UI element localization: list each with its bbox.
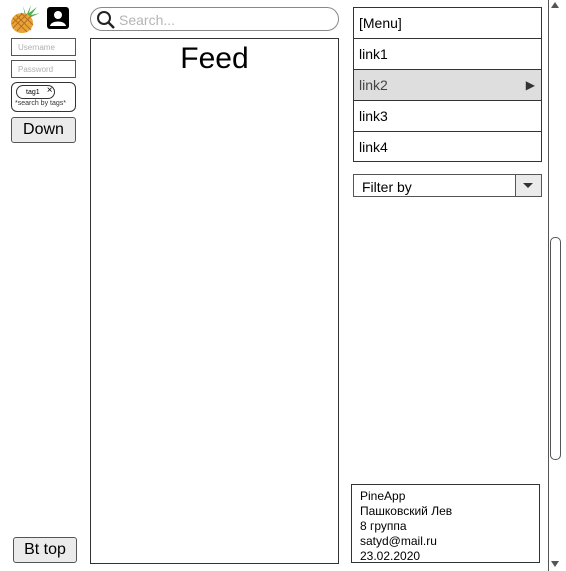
down-button[interactable]: Down	[11, 117, 76, 143]
back-to-top-button[interactable]: Bt top	[13, 537, 77, 563]
menu-item-link2[interactable]: link2 ▶	[354, 70, 541, 101]
menu-item-link1[interactable]: link1	[354, 39, 541, 70]
filter-label: Filter by	[362, 179, 412, 195]
scroll-down-arrow-icon[interactable]	[551, 561, 559, 567]
filter-dropdown-button[interactable]	[515, 175, 541, 196]
tag-chip[interactable]: tag1 ×	[16, 85, 55, 99]
group-name: 8 группа	[360, 519, 407, 533]
email: satyd@mail.ru	[360, 534, 437, 548]
password-field[interactable]	[11, 60, 76, 78]
filter-dropdown[interactable]: Filter by	[353, 174, 542, 197]
menu-item-label: link1	[359, 46, 388, 62]
menu-item-link3[interactable]: link3	[354, 101, 541, 132]
user-icon[interactable]	[47, 7, 69, 29]
menu-item-label: [Menu]	[359, 15, 402, 31]
scroll-up-arrow-icon[interactable]	[551, 2, 559, 8]
menu-item-label: link3	[359, 108, 388, 124]
search-input[interactable]	[117, 10, 321, 30]
date: 23.02.2020	[360, 549, 421, 563]
menu-item-link4[interactable]: link4	[354, 132, 541, 163]
pineapple-logo-icon	[9, 4, 41, 34]
vertical-scrollbar[interactable]	[548, 0, 561, 571]
feed-title: Feed	[180, 42, 249, 75]
nav-menu: [Menu] link1 link2 ▶ link3 link4	[353, 7, 542, 162]
footer-info: PineApp Пашковский Лев 8 группа satyd@ma…	[351, 484, 540, 563]
tags-hint: *search by tags*	[15, 100, 66, 107]
tag-label: tag1	[26, 89, 40, 96]
search-icon	[96, 10, 116, 30]
chevron-down-icon	[523, 183, 533, 188]
search-bar[interactable]	[90, 7, 339, 31]
menu-header[interactable]: [Menu]	[354, 8, 541, 39]
menu-item-label: link2	[359, 77, 388, 93]
triangle-right-icon: ▶	[525, 78, 535, 92]
author-name: Пашковский Лев	[360, 504, 453, 518]
username-field[interactable]	[11, 38, 76, 56]
menu-item-label: link4	[359, 139, 388, 155]
scrollbar-thumb[interactable]	[550, 237, 561, 460]
app-name: PineApp	[360, 489, 406, 503]
tags-search-box[interactable]: tag1 × *search by tags*	[11, 82, 76, 112]
close-icon[interactable]: ×	[47, 85, 53, 97]
feed-panel: Feed	[90, 38, 339, 564]
